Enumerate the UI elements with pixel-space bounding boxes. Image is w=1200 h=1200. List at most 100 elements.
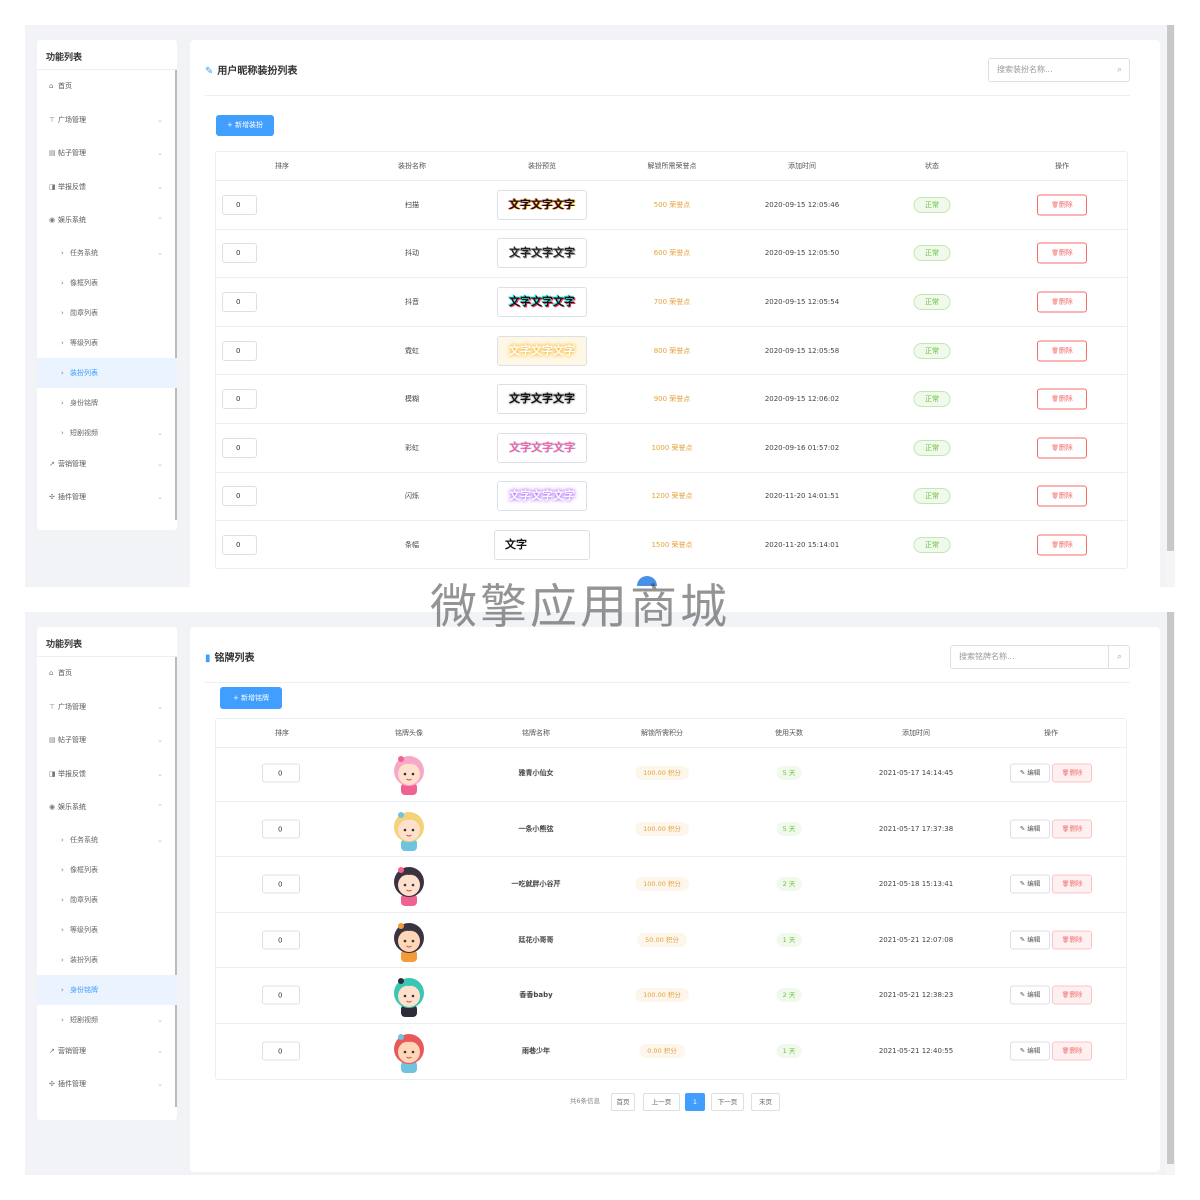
- sort-input[interactable]: 0: [222, 291, 257, 312]
- delete-button[interactable]: 🗑删除: [1037, 485, 1087, 507]
- plugin-icon: ✣: [49, 493, 55, 501]
- sort-input[interactable]: 0: [222, 535, 257, 556]
- trash-icon: 🗑: [1051, 541, 1059, 549]
- chevron-right-icon: ›: [61, 428, 64, 437]
- sort-input[interactable]: 0: [222, 437, 257, 458]
- delete-button[interactable]: 🗑删除: [1037, 388, 1087, 410]
- delete-button[interactable]: 🗑删除: [1037, 437, 1087, 459]
- delete-button[interactable]: 🗑删除: [1037, 534, 1087, 556]
- sidebar-item[interactable]: ↗ 营销管理 ⌄: [37, 448, 177, 482]
- sort-input[interactable]: 0: [222, 389, 257, 410]
- search-icon[interactable]: ⌕: [1117, 59, 1122, 81]
- sidebar-item[interactable]: › 短剧视频 ⌄: [37, 418, 177, 448]
- add-decoration-button[interactable]: + 新增装扮: [216, 115, 274, 136]
- table-row: 0 闪烁 文字文字文字 1200 荣誉点 2020-11-20 14:01:51 正常 🗑删…: [216, 473, 1127, 522]
- sort-input[interactable]: 0: [262, 1041, 300, 1061]
- sidebar-item[interactable]: ◨ 举报反馈 ⌄: [37, 758, 177, 792]
- sort-input[interactable]: 0: [262, 985, 300, 1005]
- chevron-right-icon: ›: [61, 338, 64, 347]
- page-1-button[interactable]: 1: [685, 1093, 705, 1111]
- search-input[interactable]: 搜索装扮名称... ⌕: [988, 58, 1130, 82]
- edit-button[interactable]: ✎ 编辑: [1010, 985, 1050, 1005]
- sidebar-item[interactable]: ▤ 帖子管理 ⌄: [37, 137, 177, 171]
- edit-button[interactable]: ✎ 编辑: [1010, 1041, 1050, 1061]
- column-header: 状态: [925, 162, 939, 170]
- sidebar-item[interactable]: › 勋章列表: [37, 298, 177, 328]
- scrollbar-thumb[interactable]: [1167, 25, 1174, 551]
- sidebar-item[interactable]: ✣ 插件管理 ⌄: [37, 1068, 177, 1102]
- page-scrollbar[interactable]: [1166, 25, 1175, 587]
- search-input[interactable]: 搜索铭牌名称... ⌕: [950, 645, 1130, 669]
- sidebar-item-label: 像框列表: [70, 865, 98, 874]
- sort-input[interactable]: 0: [262, 874, 300, 894]
- sidebar-item[interactable]: ◉ 娱乐系统 ⌃: [37, 204, 177, 238]
- sort-input[interactable]: 0: [222, 340, 257, 361]
- edit-button[interactable]: ✎ 编辑: [1010, 763, 1050, 783]
- sidebar-item[interactable]: ◨ 举报反馈 ⌄: [37, 171, 177, 205]
- sort-input[interactable]: 0: [222, 243, 257, 264]
- sidebar-item[interactable]: › 短剧视频 ⌄: [37, 1005, 177, 1035]
- sidebar-item[interactable]: ✣ 插件管理 ⌄: [37, 481, 177, 515]
- delete-button[interactable]: 🗑删除: [1052, 763, 1092, 783]
- sidebar-item[interactable]: ⊤ 广场管理 ⌄: [37, 691, 177, 725]
- sidebar-item[interactable]: › 等级列表: [37, 915, 177, 945]
- chevron-right-icon: ›: [61, 985, 64, 994]
- edit-button[interactable]: ✎ 编辑: [1010, 930, 1050, 950]
- badge-name: 一条小熊弦: [518, 824, 554, 833]
- chevron-right-icon: ›: [61, 925, 64, 934]
- scrollbar-thumb[interactable]: [1167, 612, 1174, 1164]
- sidebar-item[interactable]: › 勋章列表: [37, 885, 177, 915]
- column-header: 添加时间: [788, 162, 816, 170]
- delete-button[interactable]: 🗑删除: [1037, 242, 1087, 264]
- page-scrollbar[interactable]: [1166, 612, 1175, 1175]
- add-badge-button[interactable]: + 新增铭牌: [220, 687, 282, 709]
- delete-button[interactable]: 🗑删除: [1037, 340, 1087, 362]
- delete-button[interactable]: 🗑删除: [1052, 930, 1092, 950]
- prev-page-button[interactable]: 上一页: [643, 1093, 680, 1111]
- sidebar-item[interactable]: › 身份铭牌: [37, 974, 177, 1005]
- unlock-points: 900 荣誉点: [653, 395, 691, 404]
- delete-button[interactable]: 🗑删除: [1052, 1041, 1092, 1061]
- delete-button[interactable]: 🗑删除: [1052, 985, 1092, 1005]
- search-icon[interactable]: ⌕: [1117, 646, 1122, 668]
- next-page-button[interactable]: 下一页: [711, 1093, 744, 1111]
- decoration-name: 彩虹: [405, 443, 419, 452]
- sidebar-item[interactable]: › 装扮列表: [37, 945, 177, 975]
- decoration-name: 模糊: [405, 395, 419, 404]
- unlock-points: 1200 荣誉点: [651, 492, 693, 501]
- sort-input[interactable]: 0: [262, 930, 300, 950]
- chevron-down-icon: ⌄: [157, 115, 163, 124]
- badge-name: 一吃就胖小谷芹: [511, 880, 561, 889]
- sidebar-item[interactable]: ◉ 娱乐系统 ⌃: [37, 791, 177, 825]
- sort-input[interactable]: 0: [262, 819, 300, 839]
- unlock-points: 1000 荣誉点: [651, 443, 693, 452]
- status-badge: 正常: [913, 537, 951, 554]
- sort-input[interactable]: 0: [222, 486, 257, 507]
- delete-button[interactable]: 🗑删除: [1037, 291, 1087, 313]
- delete-button[interactable]: 🗑删除: [1037, 194, 1087, 216]
- sidebar-item[interactable]: ⌂ 首页: [37, 657, 177, 691]
- delete-button[interactable]: 🗑删除: [1052, 874, 1092, 894]
- sidebar-item[interactable]: › 任务系统 ⌄: [37, 238, 177, 268]
- sidebar-item[interactable]: ⌂ 首页: [37, 70, 177, 104]
- edit-button[interactable]: ✎ 编辑: [1010, 874, 1050, 894]
- sort-input[interactable]: 0: [222, 194, 257, 215]
- first-page-button[interactable]: 首页: [611, 1093, 635, 1111]
- sidebar-item[interactable]: › 装扮列表: [37, 357, 177, 388]
- delete-button[interactable]: 🗑删除: [1052, 819, 1092, 839]
- sort-input[interactable]: 0: [262, 763, 300, 783]
- sidebar-item[interactable]: › 身份铭牌: [37, 388, 177, 418]
- sidebar-item[interactable]: › 任务系统 ⌄: [37, 825, 177, 855]
- badge-name: 雅青小仙女: [518, 769, 554, 778]
- column-header: 排序: [275, 162, 289, 170]
- edit-button[interactable]: ✎ 编辑: [1010, 819, 1050, 839]
- sidebar-item[interactable]: ↗ 营销管理 ⌄: [37, 1035, 177, 1069]
- sidebar-item[interactable]: ▤ 帖子管理 ⌄: [37, 724, 177, 758]
- sidebar-item-label: 勋章列表: [70, 895, 98, 904]
- last-page-button[interactable]: 末页: [751, 1093, 780, 1111]
- sidebar-item[interactable]: › 像框列表: [37, 268, 177, 298]
- sidebar-item[interactable]: › 等级列表: [37, 328, 177, 358]
- sidebar-item[interactable]: ⊤ 广场管理 ⌄: [37, 104, 177, 138]
- sidebar-item[interactable]: › 像框列表: [37, 855, 177, 885]
- column-header: 装扮预览: [528, 162, 556, 170]
